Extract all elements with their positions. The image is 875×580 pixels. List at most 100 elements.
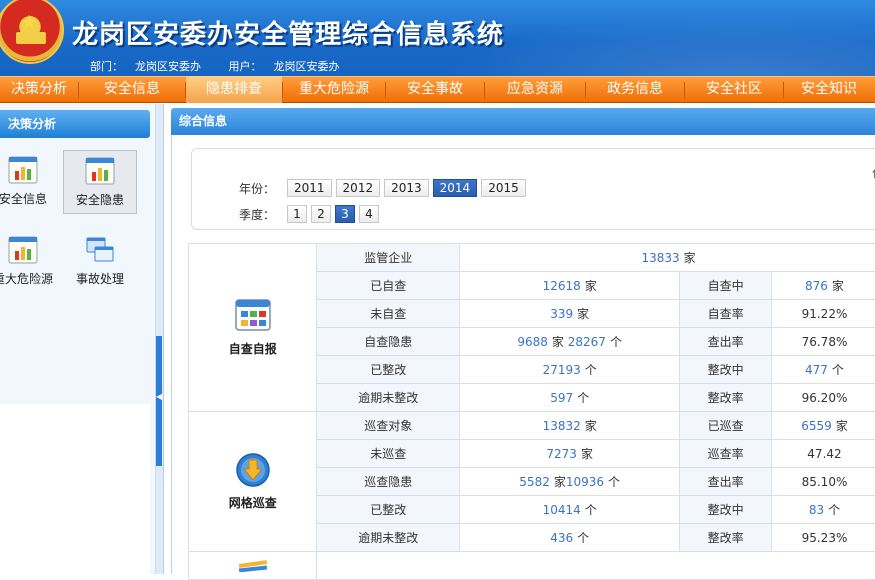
group-next: [189, 552, 317, 580]
row-label: 巡查率: [680, 440, 772, 468]
row-blank: [317, 552, 875, 580]
unit: 家: [832, 279, 844, 293]
unit: 家: [585, 279, 597, 293]
row-value: 477个: [771, 356, 875, 384]
left-item-label: 安全隐患: [64, 191, 136, 208]
year-button-2013[interactable]: 2013: [384, 179, 429, 197]
value-link[interactable]: 13833: [641, 251, 679, 265]
year-button-2014[interactable]: 2014: [433, 179, 478, 197]
value-link[interactable]: 597: [550, 391, 573, 405]
row-value: 7273 家: [460, 440, 680, 468]
left-panel-blank: [0, 404, 150, 574]
row-label: 已自查: [317, 272, 460, 300]
quarter-button-3[interactable]: 3: [335, 205, 355, 223]
dept-label: 部门：: [90, 60, 123, 73]
row-value: 13833 家: [460, 244, 875, 272]
year-button-2012[interactable]: 2012: [336, 179, 381, 197]
left-item-label: 重大危险源: [0, 270, 60, 287]
row-label: 监管企业: [317, 244, 460, 272]
quarter-button-1[interactable]: 1: [287, 205, 307, 223]
row-label: 查出率: [680, 468, 772, 496]
value-link[interactable]: 477: [805, 363, 828, 377]
row-label: 整改中: [680, 496, 772, 524]
nav-item-major-hazard[interactable]: 重大危险源: [283, 76, 385, 103]
nav-item-community[interactable]: 安全社区: [685, 76, 783, 103]
unit: 家: [577, 307, 589, 321]
row-value: 9688家 28267个: [460, 328, 680, 356]
unit: 家: [581, 447, 593, 461]
star-icon: ★: [20, 12, 38, 32]
row-label: 已整改: [317, 496, 460, 524]
unit: 家: [684, 251, 696, 265]
value-link[interactable]: 876: [805, 279, 828, 293]
filter-box: 年份： 2011 2012 2013 2014 2015 季度： 1 2 3 4…: [191, 148, 875, 230]
chevron-left-icon[interactable]: ◀: [156, 392, 162, 401]
row-label: 整改中: [680, 356, 772, 384]
nav-item-decision[interactable]: 决策分析: [0, 76, 78, 103]
row-value: 85.10%: [771, 468, 875, 496]
table-row: [189, 552, 875, 580]
year-label: 年份：: [239, 180, 287, 197]
nav-item-government[interactable]: 政务信息: [586, 76, 684, 103]
left-item-label: 事故处理: [63, 270, 137, 287]
row-value: 76.78%: [771, 328, 875, 356]
value-link[interactable]: 83: [809, 503, 824, 517]
quarter-button-4[interactable]: 4: [359, 205, 379, 223]
row-value: 436个: [460, 524, 680, 552]
value-link[interactable]: 27193: [543, 363, 581, 377]
nav-item-hazard-check[interactable]: 隐患排查: [186, 76, 282, 103]
unit: 家: [554, 475, 566, 489]
year-button-2015[interactable]: 2015: [481, 179, 526, 197]
row-value: 12618 家: [460, 272, 680, 300]
nav-item-knowledge[interactable]: 安全知识: [784, 76, 874, 103]
row-label: 自查率: [680, 300, 772, 328]
nav-item-emergency[interactable]: 应急资源: [485, 76, 585, 103]
group-grid-patrol: 网格巡查: [189, 412, 317, 552]
row-value: 13832家: [460, 412, 680, 440]
value-link[interactable]: 13832: [543, 419, 581, 433]
left-item-accident-handling[interactable]: 事故处理: [63, 230, 137, 294]
main-area: 综合信息 年份： 2011 2012 2013 2014 2015 季度： 1 …: [165, 104, 875, 574]
bar-chart-icon: [8, 236, 38, 264]
left-item-safety-hazard[interactable]: 安全隐患: [63, 150, 137, 214]
dept-value: 龙岗区安委办: [135, 60, 201, 73]
row-label: 逾期未整改: [317, 384, 460, 412]
year-button-2011[interactable]: 2011: [287, 179, 332, 197]
left-item-safety-info[interactable]: 安全信息: [0, 150, 60, 214]
table-row: 网格巡查 巡查对象 13832家 已巡查 6559家: [189, 412, 875, 440]
row-label: 逾期未整改: [317, 524, 460, 552]
value-link[interactable]: 436: [550, 531, 573, 545]
row-label: 已整改: [317, 356, 460, 384]
row-label: 查出率: [680, 328, 772, 356]
value-link[interactable]: 9688: [517, 335, 548, 349]
system-title: 龙岗区安委办安全管理综合信息系统: [72, 14, 504, 51]
value-link[interactable]: 28267: [568, 335, 606, 349]
value-link[interactable]: 5582: [519, 475, 550, 489]
value-link[interactable]: 12618: [543, 279, 581, 293]
value-link[interactable]: 10414: [543, 503, 581, 517]
nav-item-accidents[interactable]: 安全事故: [386, 76, 484, 103]
gate-icon: [16, 32, 46, 44]
row-label: 自查隐患: [317, 328, 460, 356]
bar-chart-icon: [85, 157, 115, 185]
value-link[interactable]: 6559: [801, 419, 832, 433]
quarter-button-2[interactable]: 2: [311, 205, 331, 223]
value-link[interactable]: 10936: [566, 475, 604, 489]
quarter-filter: 季度： 1 2 3 4: [239, 205, 383, 223]
collapse-handle[interactable]: [156, 336, 162, 466]
row-value: 95.23%: [771, 524, 875, 552]
unit: 个: [577, 391, 589, 405]
row-value: 91.22%: [771, 300, 875, 328]
unit: 个: [608, 475, 620, 489]
national-emblem-icon: ★: [0, 0, 64, 64]
user-label: 用户：: [229, 60, 262, 73]
nav-item-safety-info[interactable]: 安全信息: [79, 76, 185, 103]
group-name: 自查自报: [189, 340, 316, 357]
value-link[interactable]: 339: [550, 307, 573, 321]
left-item-major-hazard[interactable]: 重大危险源: [0, 230, 60, 294]
row-value: 6559家: [771, 412, 875, 440]
unit: 个: [585, 363, 597, 377]
value-link[interactable]: 7273: [546, 447, 577, 461]
panel-splitter[interactable]: ◀: [156, 104, 164, 574]
row-value: 5582 家10936 个: [460, 468, 680, 496]
